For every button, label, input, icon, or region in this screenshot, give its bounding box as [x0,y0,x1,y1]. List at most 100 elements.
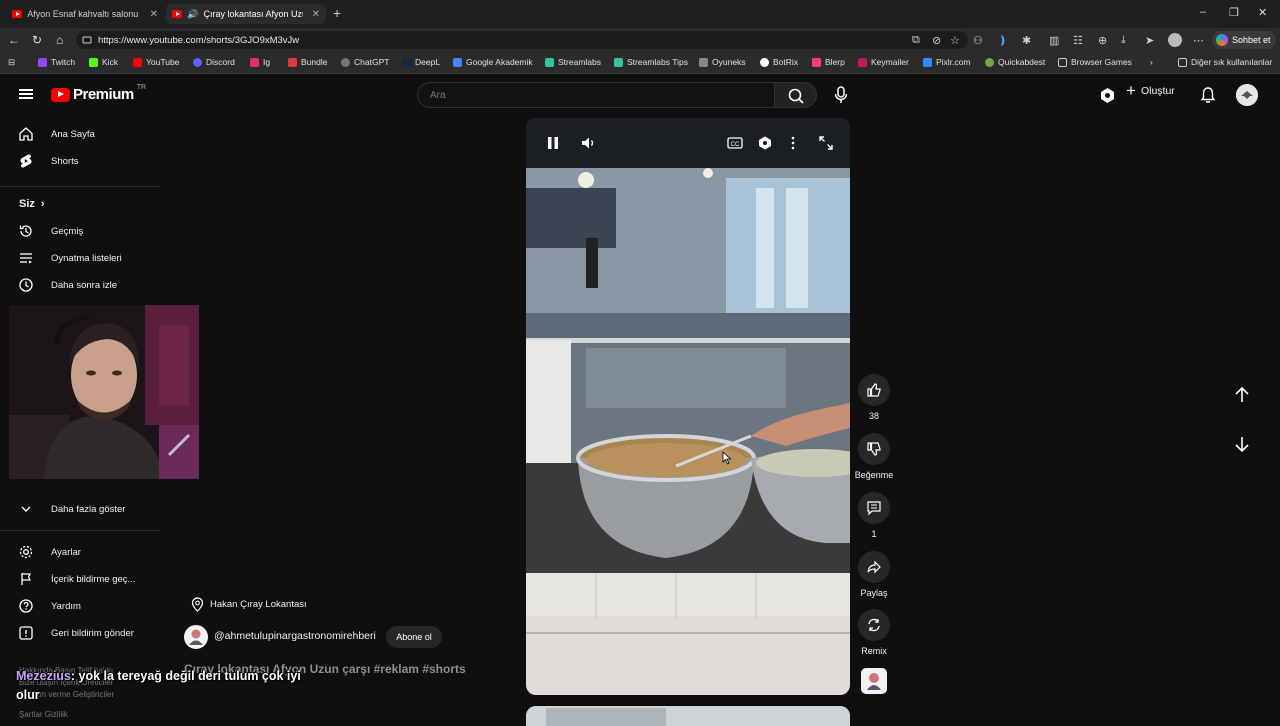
sidebar-item-feedback[interactable]: Geri bildirim gönder [18,625,134,641]
sidebar-you-header[interactable]: Siz › [19,198,45,210]
hamburger-menu-icon[interactable] [19,87,33,101]
dislike-button[interactable]: Beğenme [850,433,898,480]
bookmark-chatgpt[interactable]: ChatGPT [341,57,389,67]
sidebar-item-watch-later[interactable]: Daha sonra izle [18,277,117,293]
bookmark-quickabdest[interactable]: Quickabdest [985,57,1045,67]
maximize-icon[interactable]: ❐ [1229,6,1239,19]
fullscreen-button[interactable] [819,136,833,155]
sidebar-item-history[interactable]: Geçmiş [18,223,83,239]
close-window-icon[interactable]: ✕ [1258,6,1267,19]
studio-button[interactable] [1099,87,1116,109]
close-tab-icon[interactable]: ✕ [150,9,158,20]
create-button[interactable]: + Oluştur [1126,82,1175,99]
bookmark-browser-games[interactable]: Browser Games [1058,57,1132,67]
more-menu-icon[interactable]: ⋯ [1193,34,1204,47]
bookmark-botrix[interactable]: BotRix [760,57,798,67]
site-info-icon[interactable] [82,35,92,45]
bookmark-label: Diğer sık kullanılanlar [1191,57,1273,67]
speaker-icon[interactable]: 🔊 [187,9,198,20]
extensions-puzzle-icon[interactable]: ✱ [1022,34,1031,47]
sidebar-item-shorts[interactable]: Shorts [18,153,78,169]
bookmark-label: BotRix [773,57,799,67]
favorite-star-icon[interactable]: ☆ [950,34,960,47]
share-icon[interactable]: ➤ [1145,34,1154,47]
bookmark-twitch[interactable]: Twitch [38,57,75,67]
remix-button[interactable]: Remix [850,609,898,656]
location-tag[interactable]: Hakan Çıray Lokantası [191,597,307,612]
youtube-premium-logo[interactable]: Premium TR [51,84,146,103]
sidebar-item-label: Ana Sayfa [51,128,95,140]
bookmark-oyuneks[interactable]: Oyuneks [699,57,746,67]
comments-button[interactable]: 1 [850,492,898,539]
bookmark-blerp[interactable]: Blerp [812,57,845,67]
home-icon[interactable]: ⌂ [56,33,63,47]
sidebar-item-settings[interactable]: Ayarlar [18,544,81,560]
copilot-button[interactable]: Sohbet et [1212,31,1276,49]
channel-avatar-small[interactable] [184,625,208,649]
location-label: Hakan Çıray Lokantası [210,599,307,610]
back-icon[interactable]: ← [8,33,20,47]
sidebar-toggle-icon[interactable]: ⊟ [8,57,15,68]
reload-icon[interactable]: ↻ [32,33,42,47]
like-button[interactable]: 38 [850,374,898,421]
oyuneks-icon [699,57,708,67]
previous-short-button[interactable] [1230,383,1254,407]
channel-name[interactable]: @ahmetulupinargastronomirehberi [214,630,376,642]
new-tab-icon[interactable]: + [333,5,341,21]
captions-button[interactable]: CC [727,136,743,155]
pause-button[interactable] [546,136,560,155]
close-tab-icon[interactable]: ✕ [312,9,320,20]
sidebar-item-report-history[interactable]: İçerik bildirme geç... [18,571,135,587]
bookmark-youtube[interactable]: YouTube [133,57,179,67]
install-app-icon[interactable]: ⧉ [912,34,920,47]
bookmark-bundle[interactable]: Bundle [288,57,327,67]
favorites-icon[interactable]: ☷ [1073,34,1083,47]
sidebar-footer-links[interactable]: Şartlar Gizlilik [19,710,68,719]
next-short-button[interactable] [1230,432,1254,456]
sidebar-item-label: Daha sonra izle [51,279,118,291]
account-avatar[interactable] [1236,84,1258,106]
bookmark-kick[interactable]: Kick [89,57,118,67]
search-button[interactable] [774,82,817,108]
bookmark-discord[interactable]: Discord [193,57,235,67]
minimize-icon[interactable]: – [1200,6,1206,18]
volume-button[interactable] [581,136,597,155]
profile-avatar[interactable] [1168,33,1182,47]
url-input[interactable]: https://www.youtube.com/shorts/3GJO9xM3v… [76,31,968,49]
bookmark-other-folder[interactable]: Diğer sık kullanılanlar [1178,57,1272,67]
download-icon[interactable]: ⤓ [1121,34,1126,47]
extension-icon[interactable]: ⚇ [973,34,983,47]
bookmark-deepl[interactable]: DeepL [402,57,440,67]
subscribe-button[interactable]: Abone ol [386,626,442,648]
tracking-icon[interactable]: ⊘ [932,34,941,47]
microphone-icon [834,86,848,103]
bookmark-keymailer[interactable]: Keymailer [858,57,909,67]
bookmark-pixlr[interactable]: Pixlr.com [923,57,970,67]
split-screen-icon[interactable]: ▥ [1049,34,1059,47]
bookmark-streamlabs-tips[interactable]: Streamlabs Tips [614,57,688,67]
bookmark-ig[interactable]: Ig [250,57,270,67]
settings-button[interactable] [757,136,773,155]
browser-tab-active[interactable]: 🔊 Çıray lokantası Afyon Uzun ça ✕ [166,4,326,24]
bookmark-google-akademik[interactable]: Google Akademik [453,57,533,67]
sidebar-item-home[interactable]: Ana Sayfa [18,126,95,142]
bookmark-streamlabs[interactable]: Streamlabs [545,57,601,67]
shorts-video-player[interactable]: CC [526,118,850,695]
sidebar-item-playlists[interactable]: Oynatma listeleri [18,250,122,266]
share-button[interactable]: Paylaş [850,551,898,598]
browser-tab[interactable]: Afyon Esnaf kahvaltı salonu Coğraf ✕ [6,4,164,24]
sidebar-item-help[interactable]: Yardım [18,598,81,614]
sidebar-show-more[interactable]: Daha fazla göster [18,501,125,517]
voice-search-button[interactable] [829,83,853,107]
sidebar-item-label: Ayarlar [51,546,81,558]
search-input[interactable]: Ara [417,82,775,108]
chevron-right-icon[interactable]: › [1150,57,1153,67]
collections-icon[interactable]: ⊕ [1098,34,1107,47]
channel-avatar[interactable] [861,668,887,694]
notifications-button[interactable] [1199,86,1217,109]
bookmark-label: Streamlabs [558,57,601,67]
next-short-preview[interactable] [526,706,850,726]
extension-icon[interactable]: ❫ [998,34,1007,47]
more-options-button[interactable] [790,136,796,155]
url-text: https://www.youtube.com/shorts/3GJO9xM3v… [98,34,300,46]
